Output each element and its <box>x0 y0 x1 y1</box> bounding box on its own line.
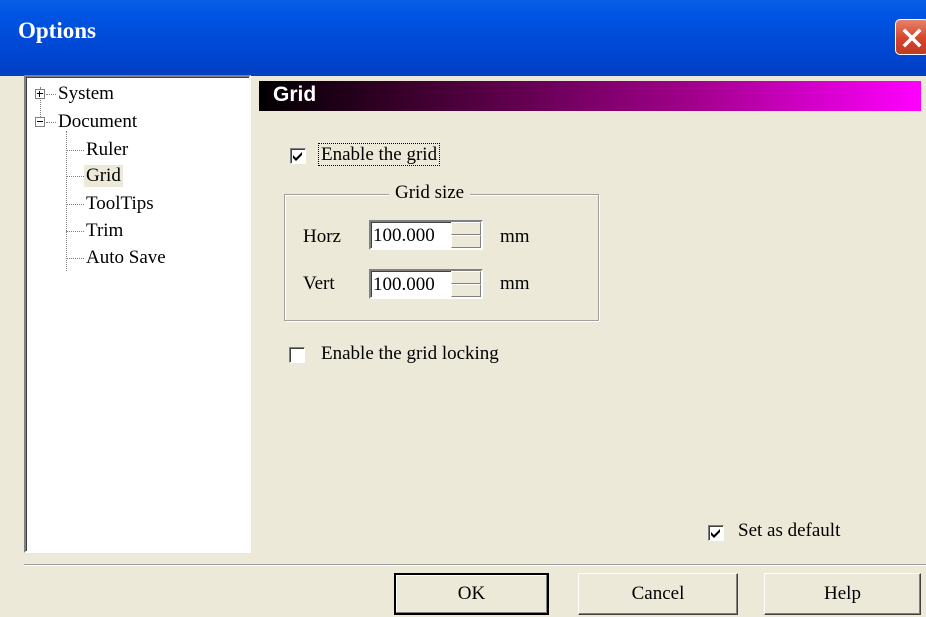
horz-spinbox[interactable]: 100.000 <box>369 220 483 250</box>
checkmark-icon <box>711 529 720 538</box>
horz-label: Horz <box>303 226 341 247</box>
tree-item-grid[interactable]: Grid <box>84 165 123 187</box>
vert-input[interactable]: 100.000 <box>373 274 453 296</box>
close-icon <box>902 28 922 48</box>
enable-grid-text: Enable the grid <box>318 143 441 166</box>
section-header: Grid <box>259 81 921 111</box>
spin-down-icon[interactable] <box>451 235 481 248</box>
tree-connector <box>66 131 67 271</box>
horz-spin-arrows[interactable] <box>451 222 481 248</box>
tree-item-tooltips[interactable]: ToolTips <box>86 193 154 215</box>
horz-input[interactable]: 100.000 <box>373 225 453 247</box>
grid-size-title: Grid size <box>389 182 471 204</box>
tree-connector <box>66 231 84 232</box>
help-button[interactable]: Help <box>764 573 921 615</box>
vert-label: Vert <box>303 273 335 294</box>
section-title: Grid <box>273 83 317 106</box>
checkmark-icon <box>293 152 302 161</box>
tree-item-system[interactable]: System <box>58 83 114 105</box>
window-title: Options <box>18 18 96 43</box>
grid-size-group <box>284 194 599 321</box>
expand-plus-icon[interactable] <box>35 89 45 99</box>
vert-spin-arrows[interactable] <box>451 271 481 297</box>
tree-connector <box>66 176 84 177</box>
enable-grid-locking-label[interactable]: Enable the grid locking <box>321 343 499 365</box>
spin-up-icon[interactable] <box>451 222 481 235</box>
cancel-button[interactable]: Cancel <box>578 573 738 615</box>
tree-item-auto-save[interactable]: Auto Save <box>86 247 166 269</box>
title-bar[interactable]: Options <box>0 0 926 76</box>
options-tree[interactable]: System Document Ruler Grid ToolTips Trim… <box>24 75 251 553</box>
tree-item-trim[interactable]: Trim <box>86 220 123 242</box>
tree-connector <box>46 122 56 123</box>
spin-down-icon[interactable] <box>451 284 481 297</box>
tree-item-ruler[interactable]: Ruler <box>86 139 128 161</box>
button-separator <box>24 564 926 566</box>
vert-spinbox[interactable]: 100.000 <box>369 269 483 299</box>
tree-connector <box>66 258 84 259</box>
enable-grid-locking-checkbox[interactable] <box>289 347 305 363</box>
tree-connector <box>66 150 84 151</box>
tree-item-document[interactable]: Document <box>58 111 137 133</box>
tree-connector <box>46 94 56 95</box>
tree-connector <box>66 204 84 205</box>
enable-grid-checkbox[interactable] <box>290 148 306 164</box>
collapse-minus-icon[interactable] <box>35 117 45 127</box>
ok-button[interactable]: OK <box>394 573 549 615</box>
horz-unit: mm <box>500 226 530 247</box>
vert-unit: mm <box>500 273 530 294</box>
set-default-checkbox[interactable] <box>708 525 724 541</box>
set-default-label[interactable]: Set as default <box>738 520 840 542</box>
close-button[interactable] <box>895 19 926 55</box>
enable-grid-label[interactable]: Enable the grid <box>318 143 441 166</box>
spin-up-icon[interactable] <box>451 271 481 284</box>
options-dialog: Options System Document Ruler Grid ToolT… <box>0 0 926 617</box>
